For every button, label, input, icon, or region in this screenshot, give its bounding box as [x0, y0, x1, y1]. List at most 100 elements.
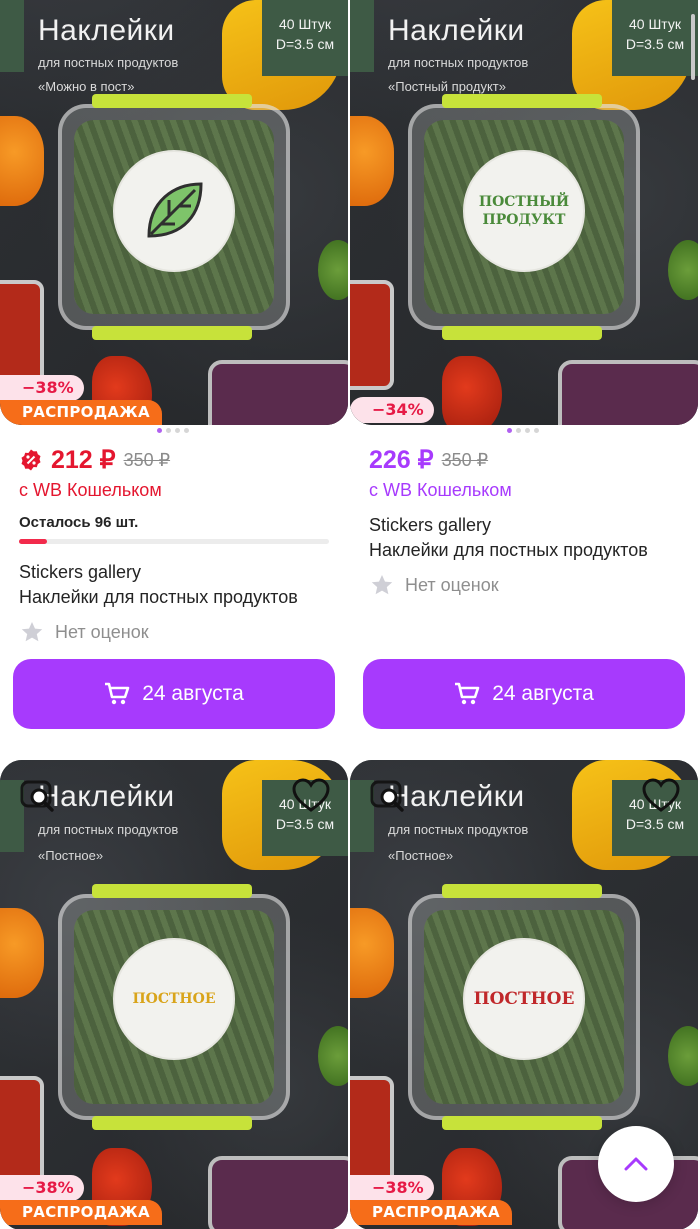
photo-accent-bar	[0, 0, 24, 72]
photo-title: Наклейки	[38, 14, 175, 47]
scrollbar[interactable]	[691, 14, 695, 80]
price: 212 ₽	[51, 446, 116, 474]
pumpkin-image	[350, 116, 394, 206]
sticker-image	[113, 150, 235, 272]
tomato-container-image	[0, 1076, 44, 1186]
tomato-container-image	[350, 1076, 394, 1186]
sale-badge: РАСПРОДАЖА	[0, 1200, 162, 1225]
gallery-dot	[184, 428, 189, 433]
sticker-text: ПОСТНОЕ	[132, 991, 216, 1007]
pumpkin-image	[350, 908, 394, 998]
container-clip-bottom	[442, 326, 602, 340]
photo-count: 40 Штук	[629, 16, 681, 32]
pumpkin-image	[0, 908, 44, 998]
add-to-cart-button[interactable]: 24 августа	[13, 659, 335, 729]
photo-diameter: D=3.5 см	[275, 36, 335, 52]
photo-subtitle: для постных продуктов	[38, 822, 179, 837]
container-clip-bottom	[442, 1116, 602, 1130]
cabbage-container-image	[558, 360, 698, 425]
heart-icon[interactable]	[642, 778, 680, 814]
cart-button-label: 24 августа	[142, 682, 244, 705]
container-clip-top	[92, 884, 252, 898]
magnifier-icon[interactable]	[370, 778, 406, 814]
discount-badge: −38%	[350, 1175, 434, 1201]
wallet-note: с WB Кошельком	[19, 480, 162, 500]
product-info: 226 ₽ 350 ₽ с WB Кошельком Stickers gall…	[369, 443, 687, 597]
discount-badge: −38%	[0, 1175, 84, 1201]
product-photo[interactable]: Наклейки для постных продуктов «Постное»…	[0, 760, 348, 1229]
gallery-dot	[157, 428, 162, 433]
rating: Нет оценок	[369, 573, 687, 597]
photo-variant: «Постное»	[388, 848, 454, 863]
sale-badge: РАСПРОДАЖА	[0, 400, 162, 425]
magnifier-icon[interactable]	[20, 778, 56, 814]
cabbage-container-image	[208, 1156, 348, 1229]
gallery-dot	[525, 428, 530, 433]
discount-badge: −34%	[350, 397, 434, 423]
gallery-dots	[157, 428, 189, 433]
photo-title: Наклейки	[388, 780, 525, 813]
photo-diameter: D=3.5 см	[625, 816, 685, 832]
gallery-dot	[166, 428, 171, 433]
stock-bar-fill	[19, 539, 47, 544]
tomato-container-image	[0, 280, 44, 390]
star-icon	[371, 575, 393, 595]
photo-title: Наклейки	[38, 780, 175, 813]
gallery-dot	[507, 428, 512, 433]
rating: Нет оценок	[19, 620, 337, 644]
price: 226 ₽	[369, 446, 434, 474]
gallery-dots	[507, 428, 539, 433]
stock-bar	[19, 539, 329, 544]
brand-name[interactable]: Stickers gallery	[19, 562, 337, 583]
product-photo[interactable]: Наклейки для постных продуктов «Постный …	[350, 0, 698, 425]
sticker-text: ПОСТНЫЙ ПРОДУКТ	[478, 194, 570, 228]
tomato-container-image	[350, 280, 394, 390]
sticker-image: ПОСТНЫЙ ПРОДУКТ	[463, 150, 585, 272]
stock-left: Осталось 96 шт.	[19, 514, 139, 531]
photo-variant: «Постный продукт»	[388, 79, 506, 94]
scroll-to-top-button[interactable]	[598, 1126, 674, 1202]
brand-name[interactable]: Stickers gallery	[369, 515, 687, 536]
photo-count-box: 40 Штук D=3.5 см	[612, 0, 698, 76]
chili-pepper-image	[442, 356, 502, 425]
rating-text: Нет оценок	[55, 621, 149, 642]
gallery-dot	[516, 428, 521, 433]
leaf-icon	[147, 182, 203, 238]
gallery-dot	[175, 428, 180, 433]
container-clip-top	[442, 94, 602, 108]
old-price: 350 ₽	[123, 449, 171, 470]
cart-icon	[455, 682, 480, 705]
sticker-image: ПОСТНОЕ	[113, 938, 235, 1060]
photo-subtitle: для постных продуктов	[388, 55, 529, 70]
price-row: 212 ₽ 350 ₽	[19, 443, 337, 477]
photo-variant: «Можно в пост»	[38, 79, 135, 94]
cart-button-label: 24 августа	[492, 682, 594, 705]
product-name[interactable]: Наклейки для постных продуктов	[369, 540, 687, 561]
cabbage-container-image	[208, 360, 348, 425]
heart-icon[interactable]	[292, 778, 330, 814]
sale-badge: РАСПРОДАЖА	[350, 1200, 512, 1225]
photo-accent-bar	[350, 0, 374, 72]
photo-count: 40 Штук	[279, 16, 331, 32]
chevron-up-icon	[624, 1157, 648, 1171]
photo-variant: «Постное»	[38, 848, 104, 863]
wallet-discount-icon	[21, 449, 41, 471]
rating-text: Нет оценок	[405, 574, 499, 595]
discount-badge: −38%	[0, 375, 84, 401]
sticker-image: ПОСТНОЕ	[463, 938, 585, 1060]
add-to-cart-button[interactable]: 24 августа	[363, 659, 685, 729]
gallery-dot	[534, 428, 539, 433]
photo-diameter: D=3.5 см	[275, 816, 335, 832]
container-clip-bottom	[92, 1116, 252, 1130]
photo-diameter: D=3.5 см	[625, 36, 685, 52]
star-icon	[21, 622, 43, 642]
sticker-text: ПОСТНОЕ	[473, 989, 575, 1009]
product-info: 212 ₽ 350 ₽ с WB Кошельком Осталось 96 ш…	[19, 443, 337, 644]
photo-title: Наклейки	[388, 14, 525, 47]
product-name[interactable]: Наклейки для постных продуктов	[19, 587, 337, 608]
product-photo[interactable]: Наклейки для постных продуктов «Можно в …	[0, 0, 348, 425]
old-price: 350 ₽	[441, 449, 489, 470]
container-clip-bottom	[92, 326, 252, 340]
cart-icon	[105, 682, 130, 705]
photo-subtitle: для постных продуктов	[38, 55, 179, 70]
